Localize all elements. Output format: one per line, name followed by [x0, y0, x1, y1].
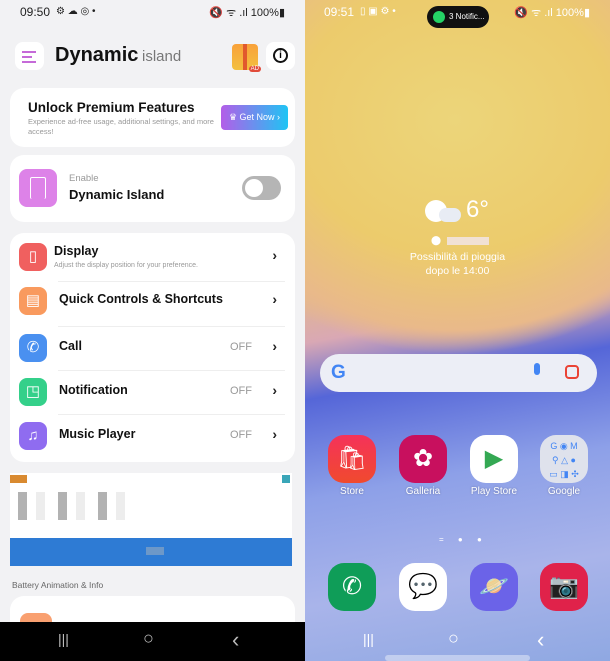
- gesture-handle[interactable]: [385, 655, 530, 661]
- status-right: 🔇 ᯤ .ıl 100%▮: [209, 7, 285, 19]
- premium-desc: Experience ad-free usage, additional set…: [28, 117, 214, 136]
- status-time: 09:51: [324, 5, 355, 19]
- weather-forecast: Possibilità di pioggia dopo le 14:00: [305, 250, 610, 278]
- get-now-button[interactable]: ♛ Get Now ›: [221, 105, 288, 130]
- chevron-right-icon: ›: [272, 247, 277, 263]
- chevron-right-icon: ›: [272, 338, 277, 354]
- info-button[interactable]: i: [266, 42, 295, 70]
- item-label: Notification: [59, 383, 128, 397]
- island-text: 3 Notific...: [449, 12, 485, 21]
- google-folder-icon[interactable]: G ◉ M ⚲ △ ● ▭ ◨ ✣: [540, 435, 588, 483]
- item-label: Quick Controls & Shortcuts: [59, 292, 223, 306]
- gallery-app-icon[interactable]: ✿: [399, 435, 447, 483]
- item-label: Call: [59, 339, 82, 353]
- store-app-icon[interactable]: 🛍: [328, 435, 376, 483]
- item-status: OFF: [230, 341, 252, 353]
- back-button[interactable]: ‹: [232, 627, 239, 653]
- ad-choices-icon: [282, 475, 290, 483]
- phone-app-icon[interactable]: ✆: [328, 563, 376, 611]
- list-item-music-player[interactable]: ♫ Music Player OFF ›: [10, 414, 295, 458]
- dynamic-island-pill[interactable]: 3 Notific...: [427, 6, 489, 28]
- google-logo-icon: G: [331, 362, 346, 383]
- chevron-right-icon: ›: [272, 291, 277, 307]
- list-item-notification[interactable]: ◳ Notification OFF ›: [10, 370, 295, 414]
- chevron-right-icon: ›: [272, 426, 277, 442]
- home-button[interactable]: ○: [448, 628, 459, 649]
- premium-title: Unlock Premium Features: [28, 100, 195, 115]
- item-status: OFF: [230, 385, 252, 397]
- app-label: Google: [547, 486, 581, 497]
- list-item-call[interactable]: ✆ Call OFF ›: [10, 326, 295, 370]
- menu-button[interactable]: [15, 42, 44, 70]
- play-store-app-icon[interactable]: ▶: [470, 435, 518, 483]
- enable-title: Dynamic Island: [69, 187, 165, 202]
- status-icons: ⚙ ☁ ◎ •: [56, 6, 96, 17]
- app-label: Store: [340, 486, 364, 497]
- recents-button[interactable]: |||: [58, 631, 69, 647]
- weather-temp: 6°: [466, 196, 489, 223]
- music-icon: ♫: [19, 422, 47, 450]
- page-indicator[interactable]: = ● ●: [439, 535, 488, 544]
- google-search-bar[interactable]: G: [320, 354, 597, 392]
- cloud-icon: [425, 200, 463, 222]
- dynamic-island-app: 09:50 ⚙ ☁ ◎ • 🔇 ᯤ .ıl 100%▮ Dynamic isla…: [0, 0, 305, 661]
- item-label: Display: [54, 244, 99, 258]
- whatsapp-icon: [433, 11, 445, 23]
- enable-card: Enable Dynamic Island: [10, 155, 295, 222]
- forecast-line1: Possibilità di pioggia: [409, 251, 506, 263]
- status-right: 🔇 ᯤ .ıl 100%▮: [514, 7, 590, 19]
- back-button[interactable]: ‹: [537, 627, 544, 653]
- info-icon: i: [273, 48, 288, 64]
- internet-app-icon[interactable]: 🪐: [470, 563, 518, 611]
- location-redacted: [447, 237, 489, 245]
- ad-logo: [10, 475, 27, 483]
- section-title: Battery Animation & Info: [12, 580, 104, 590]
- recents-button[interactable]: |||: [363, 631, 374, 647]
- ad-pixelated-content: [18, 492, 138, 520]
- get-now-label: Get Now ›: [239, 112, 281, 122]
- enable-toggle[interactable]: [242, 176, 281, 200]
- gift-badge: AD: [248, 66, 261, 72]
- menu-icon: [22, 51, 36, 63]
- list-item-display[interactable]: ▯ Display Adjust the display position fo…: [10, 235, 295, 279]
- messages-app-icon[interactable]: 💬: [399, 563, 447, 611]
- premium-card: Unlock Premium Features Experience ad-fr…: [10, 88, 295, 147]
- item-label: Music Player: [59, 427, 136, 441]
- chevron-right-icon: ›: [272, 382, 277, 398]
- camera-app-icon[interactable]: 📷: [540, 563, 588, 611]
- app-subtitle: island: [142, 48, 182, 65]
- lens-icon[interactable]: [565, 365, 579, 379]
- status-time: 09:50: [20, 5, 51, 19]
- ad-cta-button[interactable]: [10, 538, 292, 566]
- home-screen: 09:51 ▯ ▣ ⚙ • 🔇 ᯤ .ıl 100%▮ 3 Notific...…: [305, 0, 610, 661]
- ad-banner[interactable]: [10, 473, 292, 566]
- location-pin-icon: ⬤: [431, 235, 442, 245]
- gift-icon[interactable]: AD: [232, 44, 261, 72]
- quick-controls-icon: ▤: [19, 287, 47, 315]
- app-label: Galleria: [405, 486, 441, 497]
- mic-icon[interactable]: [534, 363, 540, 375]
- list-item-quick-controls[interactable]: ▤ Quick Controls & Shortcuts ›: [10, 279, 295, 323]
- forecast-line2: dopo le 14:00: [425, 265, 490, 277]
- settings-list: ▯ Display Adjust the display position fo…: [10, 233, 295, 462]
- app-label: Play Store: [470, 486, 518, 497]
- notification-icon: ◳: [19, 378, 47, 406]
- enable-label: Enable: [69, 173, 99, 184]
- status-icons: ▯ ▣ ⚙ •: [360, 6, 396, 17]
- dynamic-island-icon: [19, 169, 57, 207]
- home-button[interactable]: ○: [143, 628, 154, 649]
- item-desc: Adjust the display position for your pre…: [54, 262, 198, 269]
- app-title: Dynamic: [55, 44, 139, 66]
- item-status: OFF: [230, 429, 252, 441]
- display-icon: ▯: [19, 243, 47, 271]
- nav-bar: ||| ○ ‹: [0, 622, 305, 661]
- phone-icon: ✆: [19, 334, 47, 362]
